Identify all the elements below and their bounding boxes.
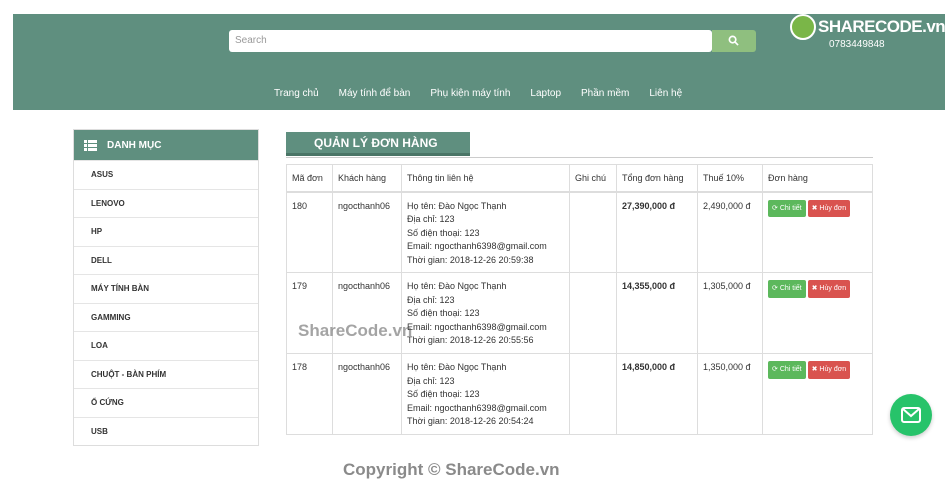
logo[interactable]: SHARECODE.vn: [790, 12, 946, 42]
order-actions: ⟳ Chi tiết ✖ Hủy đơn: [762, 272, 873, 354]
sidebar-header: DANH MỤC: [74, 130, 258, 160]
mail-icon: [901, 407, 921, 423]
search-button[interactable]: [712, 30, 756, 52]
customer: ngocthanh06: [332, 272, 402, 354]
sidebar: DANH MỤC ASUS LENOVO HP DELL MÁY TÍNH BÀ…: [73, 129, 259, 446]
order-tax: 2,490,000 đ: [697, 191, 763, 273]
sidebar-item-dell[interactable]: DELL: [74, 245, 258, 275]
cancel-label: Hủy đơn: [819, 366, 847, 373]
order-total: 27,390,000 đ: [616, 191, 698, 273]
search-input[interactable]: Search: [229, 30, 712, 52]
contact-info: Họ tên: Đào Ngọc Thạnh Địa chỉ: 123 Số đ…: [401, 353, 570, 435]
order-id: 178: [286, 353, 333, 435]
order-id: 180: [286, 191, 333, 273]
detail-button[interactable]: ⟳ Chi tiết: [768, 199, 806, 217]
detail-label: Chi tiết: [779, 285, 802, 292]
customer: ngocthanh06: [332, 353, 402, 435]
detail-button[interactable]: ⟳ Chi tiết: [768, 280, 806, 298]
refresh-icon: ⟳: [772, 204, 780, 212]
contact-info: Họ tên: Đào Ngọc Thạnh Địa chỉ: 123 Số đ…: [401, 272, 570, 354]
contact-phone: Số điện thoại: 123: [407, 227, 480, 238]
order-id: 179: [286, 272, 333, 354]
title-divider: [286, 157, 873, 158]
table-row: 178 ngocthanh06 Họ tên: Đào Ngọc Thạnh Đ…: [286, 353, 873, 435]
contact-info: Họ tên: Đào Ngọc Thạnh Địa chỉ: 123 Số đ…: [401, 191, 570, 273]
cancel-label: Hủy đơn: [819, 285, 847, 292]
logo-icon: [790, 14, 816, 40]
customer: ngocthanh06: [332, 191, 402, 273]
contact-email: Email: ngocthanh6398@gmail.com: [407, 241, 547, 251]
col-note: Ghi chú: [569, 164, 617, 193]
contact-address: Địa chỉ: 123: [407, 375, 455, 386]
sidebar-item-hp[interactable]: HP: [74, 217, 258, 246]
nav-laptop[interactable]: Laptop: [530, 88, 561, 99]
nav-contact[interactable]: Liên hệ: [649, 88, 682, 99]
copyright: Copyright © ShareCode.vn: [343, 460, 560, 479]
cancel-button[interactable]: ✖ Hủy đơn: [807, 361, 851, 379]
order-actions: ⟳ Chi tiết ✖ Hủy đơn: [762, 191, 873, 273]
sidebar-item-desktop[interactable]: MÁY TÍNH BÀN: [74, 274, 258, 303]
col-tax: Thuế 10%: [697, 164, 763, 193]
contact-name: Họ tên: Đào Ngọc Thạnh: [407, 362, 507, 372]
detail-label: Chi tiết: [779, 204, 802, 212]
search-icon: [728, 35, 739, 46]
watermark: ShareCode.vn: [298, 321, 413, 340]
note: [569, 272, 617, 354]
nav-desktop[interactable]: Máy tính để bàn: [339, 88, 411, 99]
refresh-icon: ⟳: [772, 285, 780, 292]
contact-email: Email: ngocthanh6398@gmail.com: [407, 402, 547, 413]
sidebar-item-drive[interactable]: Ổ CỨNG: [74, 388, 258, 417]
contact-address: Địa chỉ: 123: [407, 294, 455, 305]
detail-label: Chi tiết: [779, 366, 802, 373]
order-tax: 1,305,000 đ: [697, 272, 763, 354]
contact-address: Địa chỉ: 123: [407, 214, 455, 224]
sidebar-item-mouse-keyboard[interactable]: CHUỘT - BÀN PHÍM: [74, 359, 258, 389]
main-nav: Trang chủ Máy tính để bàn Phụ kiện máy t…: [274, 88, 702, 99]
logo-text: SHARECODE.vn: [818, 17, 946, 36]
order-tax: 1,350,000 đ: [697, 353, 763, 435]
table-header-row: Mã đơn Khách hàng Thông tin liên hệ Ghi …: [286, 164, 873, 193]
nav-home[interactable]: Trang chủ: [274, 88, 319, 99]
page-title: QUẢN LÝ ĐƠN HÀNG: [286, 132, 470, 156]
list-icon: [84, 139, 97, 151]
table-row: 180 ngocthanh06 Họ tên: Đào Ngọc Thạnh Đ…: [286, 191, 873, 273]
sidebar-item-speaker[interactable]: LOA: [74, 331, 258, 360]
cancel-button[interactable]: ✖ Hủy đơn: [807, 280, 851, 298]
contact-name: Họ tên: Đào Ngọc Thạnh: [407, 200, 507, 211]
sidebar-item-asus[interactable]: ASUS: [74, 160, 258, 189]
order-total: 14,355,000 đ: [616, 272, 698, 354]
col-contact: Thông tin liên hệ: [401, 164, 570, 193]
sidebar-title: DANH MỤC: [107, 139, 162, 151]
contact-phone: Số điện thoại: 123: [407, 308, 480, 318]
nav-accessories[interactable]: Phụ kiện máy tính: [430, 88, 510, 99]
nav-software[interactable]: Phần mềm: [581, 88, 629, 99]
mail-button[interactable]: [890, 394, 932, 436]
col-total: Tổng đơn hàng: [616, 164, 698, 193]
phone-number: 0783449848: [829, 39, 885, 50]
col-actions: Đơn hàng: [762, 164, 873, 193]
cancel-label: Hủy đơn: [819, 204, 847, 212]
table-row: 179 ngocthanh06 Họ tên: Đào Ngọc Thạnh Đ…: [286, 272, 873, 354]
cancel-button[interactable]: ✖ Hủy đơn: [807, 199, 851, 217]
contact-phone: Số điện thoại: 123: [407, 389, 480, 399]
contact-time: Thời gian: 2018-12-26 20:55:56: [407, 335, 534, 345]
note: [569, 353, 617, 435]
order-actions: ⟳ Chi tiết ✖ Hủy đơn: [762, 353, 873, 435]
sidebar-item-gaming[interactable]: GAMMING: [74, 302, 258, 332]
col-customer: Khách hàng: [332, 164, 402, 193]
detail-button[interactable]: ⟳ Chi tiết: [768, 361, 806, 379]
contact-time: Thời gian: 2018-12-26 20:54:24: [407, 416, 534, 426]
contact-name: Họ tên: Đào Ngọc Thạnh: [407, 281, 507, 291]
contact-time: Thời gian: 2018-12-26 20:59:38: [407, 254, 534, 265]
col-order-id: Mã đơn: [286, 164, 333, 193]
order-total: 14,850,000 đ: [616, 353, 698, 435]
refresh-icon: ⟳: [772, 366, 780, 373]
sidebar-item-lenovo[interactable]: LENOVO: [74, 188, 258, 218]
note: [569, 191, 617, 273]
contact-email: Email: ngocthanh6398@gmail.com: [407, 321, 547, 332]
orders-table: Mã đơn Khách hàng Thông tin liên hệ Ghi …: [286, 164, 873, 435]
sidebar-item-usb[interactable]: USB: [74, 416, 258, 446]
